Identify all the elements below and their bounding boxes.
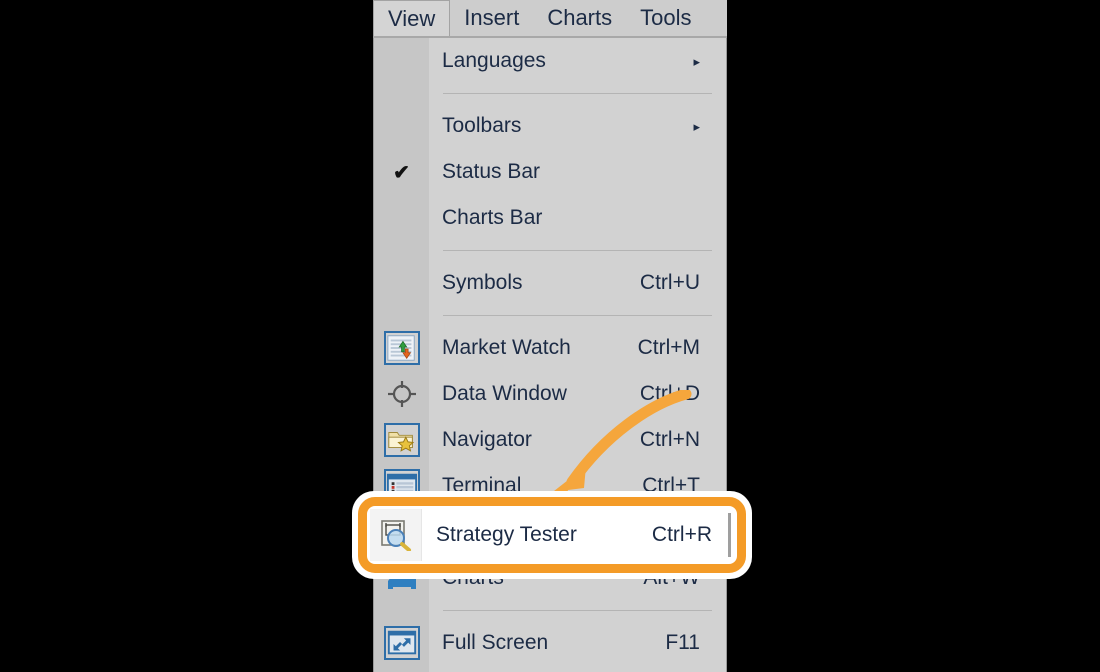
menubar-item-tools[interactable]: Tools xyxy=(626,0,705,36)
menu-item-shortcut: Ctrl+U xyxy=(639,271,700,294)
menubar-item-label: View xyxy=(388,5,436,31)
menu-item-symbols[interactable]: Symbols Ctrl+U xyxy=(374,260,726,306)
menu-item-charts-bar[interactable]: Charts Bar xyxy=(374,195,726,241)
menubar-item-insert[interactable]: Insert xyxy=(450,0,533,36)
menu-item-full-screen[interactable]: Full Screen F11 xyxy=(374,620,726,666)
menu-item-icon-slot xyxy=(374,103,429,149)
full-screen-icon xyxy=(374,620,429,666)
menu-item-label: Symbols xyxy=(442,271,523,294)
menu-item-shortcut: Ctrl+D xyxy=(639,382,700,405)
strategy-tester-highlight-callout: Strategy Tester Ctrl+R xyxy=(352,491,752,579)
submenu-chevron-right-icon: ▸ xyxy=(693,118,700,134)
menubar-item-label: Insert xyxy=(464,5,520,30)
menu-item-icon-slot xyxy=(374,195,429,241)
menubar-item-label: Charts xyxy=(547,5,613,30)
highlighted-menu-item-shortcut: Ctrl+R xyxy=(651,523,712,546)
navigator-icon xyxy=(374,417,429,463)
menu-item-label: Market Watch xyxy=(442,336,571,359)
menu-item-status-bar[interactable]: ✔ Status Bar xyxy=(374,149,726,195)
menu-item-icon-slot xyxy=(374,260,429,306)
callout-border: Strategy Tester Ctrl+R xyxy=(358,497,746,573)
market-watch-icon xyxy=(374,325,429,371)
menu-bar: View Insert Charts Tools xyxy=(373,0,727,38)
menubar-item-view[interactable]: View xyxy=(373,0,451,36)
highlighted-menu-item-strategy-tester[interactable]: Strategy Tester Ctrl+R xyxy=(370,509,734,561)
crosshair-glyph xyxy=(387,381,416,407)
menu-item-label: Charts Bar xyxy=(442,206,543,229)
menu-separator xyxy=(443,610,712,611)
menu-item-label: Navigator xyxy=(442,428,532,451)
menu-item-shortcut: Ctrl+M xyxy=(637,336,700,359)
menu-separator xyxy=(443,250,712,251)
submenu-chevron-right-icon: ▸ xyxy=(693,53,700,69)
menu-item-label: Status Bar xyxy=(442,160,541,183)
market-watch-glyph xyxy=(386,335,415,361)
menu-item-label: Data Window xyxy=(442,382,567,405)
full-screen-glyph xyxy=(387,630,416,655)
menubar-item-label: Tools xyxy=(640,5,692,30)
menu-separator xyxy=(443,315,712,316)
folder-star-glyph xyxy=(387,432,414,452)
menu-item-label: Languages xyxy=(442,49,546,72)
menu-item-languages[interactable]: Languages ▸ xyxy=(374,38,726,84)
menu-item-label: Full Screen xyxy=(442,631,549,654)
menu-item-market-watch[interactable]: Market Watch Ctrl+M xyxy=(374,325,726,371)
menubar-item-charts[interactable]: Charts xyxy=(533,0,626,36)
screenshot-stage: View Insert Charts Tools Languages ▸ Too xyxy=(0,0,1100,672)
menu-item-icon-slot xyxy=(374,38,429,84)
highlighted-menu-item-label: Strategy Tester xyxy=(436,523,577,546)
menu-scrollbar[interactable] xyxy=(728,513,731,557)
checkmark-icon: ✔ xyxy=(393,161,410,184)
menu-item-navigator[interactable]: Navigator Ctrl+N xyxy=(374,417,726,463)
menu-item-toolbars[interactable]: Toolbars ▸ xyxy=(374,103,726,149)
strategy-tester-icon xyxy=(370,509,422,561)
menu-item-label: Toolbars xyxy=(442,114,522,137)
menu-item-shortcut: F11 xyxy=(665,631,700,654)
menu-separator xyxy=(443,93,712,94)
menu-item-shortcut: Ctrl+N xyxy=(639,428,700,451)
menu-item-data-window[interactable]: Data Window Ctrl+D xyxy=(374,371,726,417)
document-magnifier-glyph xyxy=(380,520,411,551)
data-window-icon xyxy=(374,371,429,417)
